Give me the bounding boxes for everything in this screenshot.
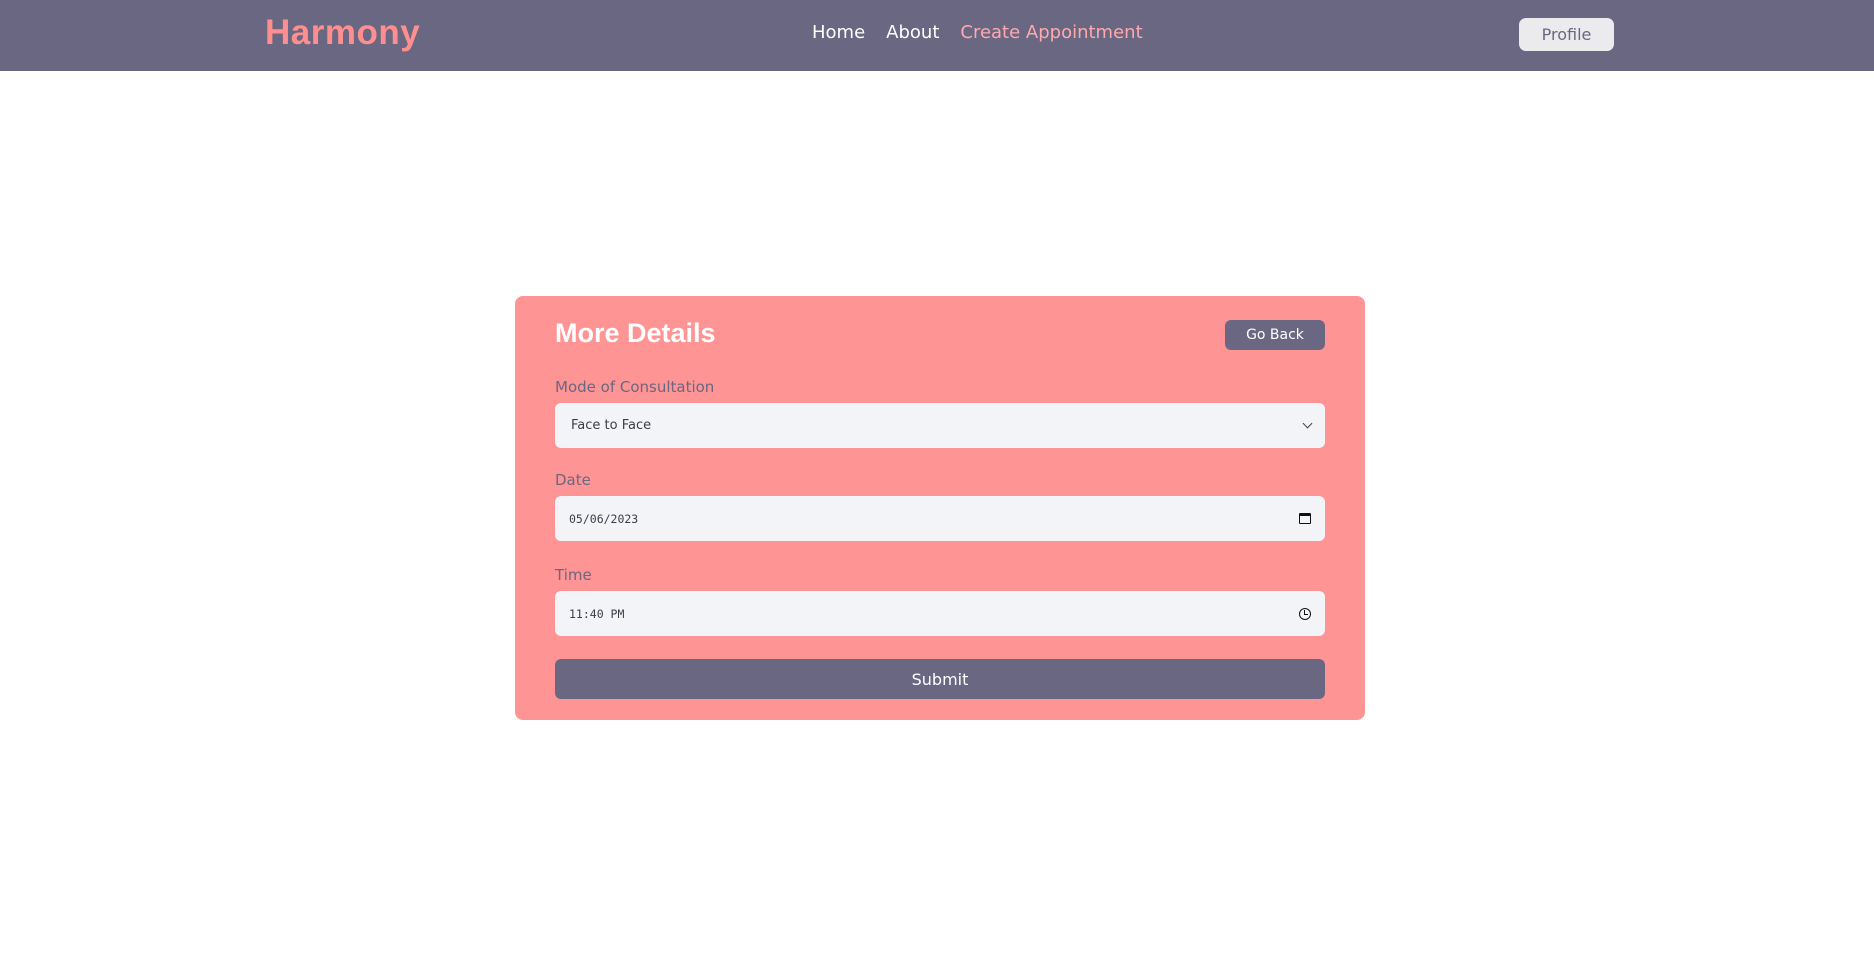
date-input[interactable]: 05/06/2023 xyxy=(555,496,1325,541)
nav-create-appointment-link[interactable]: Create Appointment xyxy=(960,22,1142,43)
brand-logo[interactable]: Harmony xyxy=(265,13,420,53)
profile-button[interactable]: Profile xyxy=(1519,18,1614,51)
mode-select[interactable]: Face to Face xyxy=(555,403,1325,448)
time-input[interactable]: 11:40 PM xyxy=(555,591,1325,636)
date-label: Date xyxy=(555,471,591,489)
submit-button[interactable]: Submit xyxy=(555,659,1325,699)
chevron-down-icon xyxy=(1302,418,1313,429)
time-value: 11:40 PM xyxy=(569,606,625,621)
calendar-icon[interactable] xyxy=(1299,513,1311,524)
nav-home-link[interactable]: Home xyxy=(812,22,865,43)
time-label: Time xyxy=(555,566,592,584)
date-value: 05/06/2023 xyxy=(569,511,639,526)
card-title: More Details xyxy=(555,318,716,348)
clock-icon[interactable] xyxy=(1299,607,1311,620)
mode-value: Face to Face xyxy=(571,418,652,433)
navbar: Harmony Home About Create Appointment Pr… xyxy=(0,0,1874,71)
nav-about-link[interactable]: About xyxy=(886,22,939,43)
go-back-button[interactable]: Go Back xyxy=(1225,320,1325,350)
nav-links: Home About Create Appointment xyxy=(812,22,1143,43)
mode-label: Mode of Consultation xyxy=(555,378,715,396)
more-details-card: More Details Go Back Mode of Consultatio… xyxy=(515,296,1365,720)
